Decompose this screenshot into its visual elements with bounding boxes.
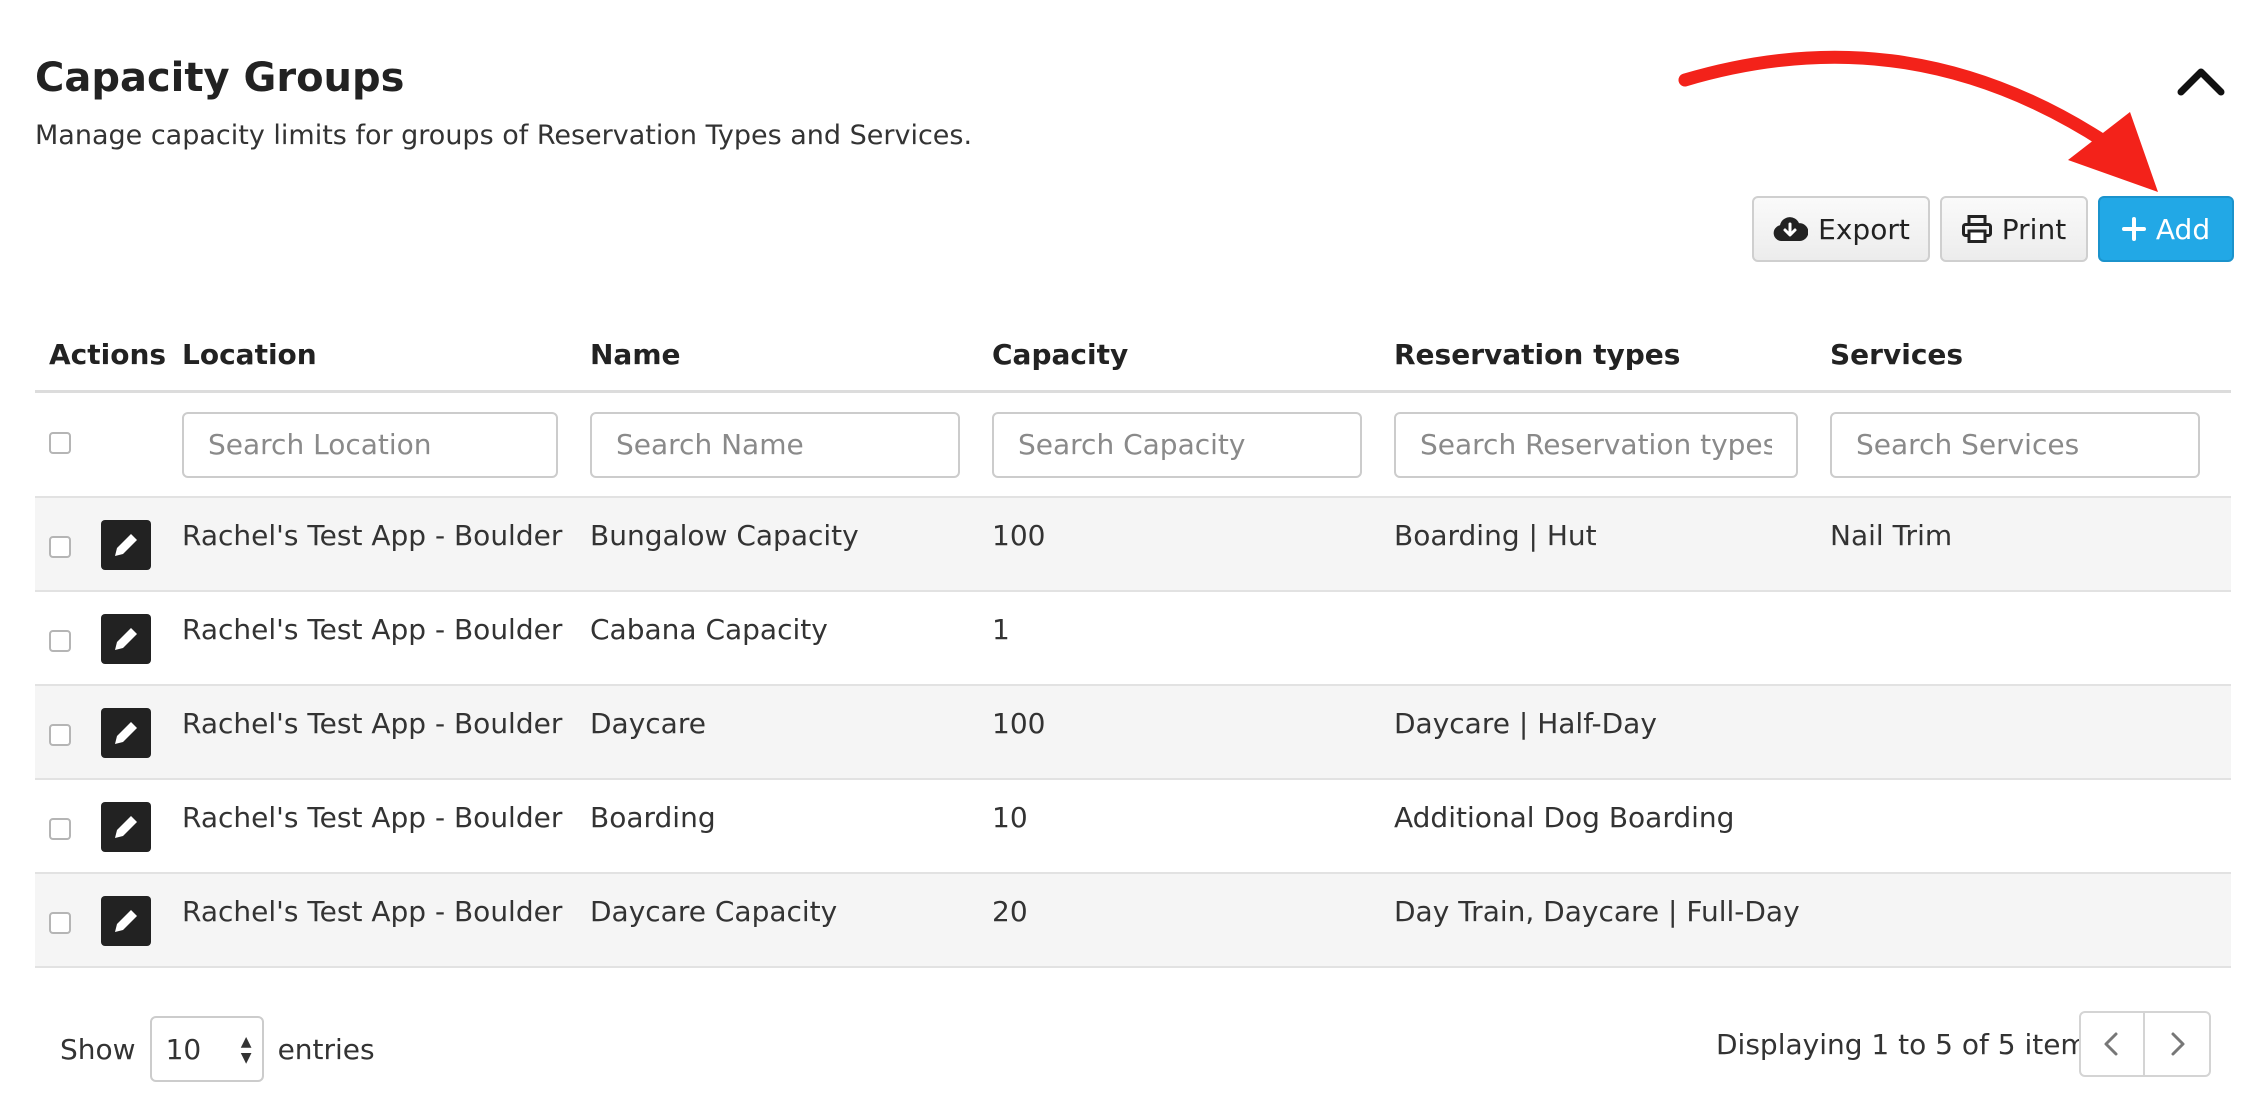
edit-button[interactable] (101, 802, 151, 852)
cell-capacity: 100 (992, 519, 1046, 552)
previous-page-button[interactable] (2079, 1011, 2145, 1077)
search-location-input[interactable] (182, 411, 558, 478)
header-location[interactable]: Location (182, 338, 590, 371)
pencil-icon (115, 816, 137, 838)
cloud-download-icon (1773, 217, 1809, 241)
plus-icon (2121, 217, 2146, 241)
cell-services (1830, 592, 2231, 684)
entries-label: entries (277, 1032, 375, 1066)
cell-name: Bungalow Capacity (590, 519, 859, 552)
pencil-icon (115, 534, 137, 556)
edit-button[interactable] (101, 708, 151, 758)
header-reservation-types[interactable]: Reservation types (1394, 338, 1830, 371)
up-down-arrows-icon: ▲ ▼ (240, 1034, 252, 1066)
collapse-button[interactable] (2175, 60, 2227, 100)
toolbar: Export Print Add (1752, 196, 2234, 262)
edit-button[interactable] (101, 520, 151, 570)
row-checkbox[interactable] (49, 630, 71, 652)
pencil-icon (115, 910, 137, 932)
capacity-groups-table: Actions Location Name Capacity Reservati… (35, 318, 2231, 968)
header-name[interactable]: Name (590, 338, 992, 371)
add-label: Add (2155, 212, 2211, 246)
pencil-icon (115, 628, 137, 650)
print-button[interactable]: Print (1940, 196, 2088, 262)
next-page-button[interactable] (2145, 1011, 2211, 1077)
cell-location: Rachel's Test App - Boulder (182, 895, 563, 928)
pencil-icon (115, 722, 137, 744)
cell-reservation-types: Day Train, Daycare | Full-Day (1394, 895, 1800, 928)
chevron-left-icon (2104, 1032, 2118, 1056)
search-services-input[interactable] (1830, 411, 2200, 478)
row-checkbox[interactable] (49, 536, 71, 558)
page-length-control: Show 10 ▲ ▼ entries (60, 1016, 375, 1082)
cell-capacity: 1 (992, 613, 1010, 646)
print-label: Print (2001, 212, 2067, 246)
table-header: Actions Location Name Capacity Reservati… (35, 318, 2231, 393)
cell-reservation-types: Boarding | Hut (1394, 519, 1597, 552)
cell-location: Rachel's Test App - Boulder (182, 707, 563, 740)
pagination-info: Displaying 1 to 5 of 5 items (1716, 1028, 2103, 1061)
search-name-input[interactable] (590, 411, 960, 478)
row-checkbox[interactable] (49, 912, 71, 934)
header-capacity[interactable]: Capacity (992, 338, 1394, 371)
header-services[interactable]: Services (1830, 338, 2231, 371)
cell-capacity: 20 (992, 895, 1028, 928)
page-header: Capacity Groups Manage capacity limits f… (35, 50, 972, 154)
filter-row (35, 393, 2231, 498)
pagination (2079, 1011, 2211, 1077)
printer-icon (1961, 215, 1992, 243)
cell-location: Rachel's Test App - Boulder (182, 801, 563, 834)
header-actions: Actions (49, 337, 167, 371)
cell-reservation-types: Additional Dog Boarding (1394, 801, 1735, 834)
table-row: Rachel's Test App - Boulder Cabana Capac… (35, 592, 2231, 686)
select-all-checkbox[interactable] (49, 431, 71, 454)
page-length-select[interactable]: 10 ▲ ▼ (149, 1016, 264, 1082)
page-length-value: 10 (165, 1032, 202, 1066)
search-capacity-input[interactable] (992, 411, 1362, 478)
chevron-up-icon (2177, 68, 2225, 96)
chevron-right-icon (2171, 1032, 2185, 1056)
table-row: Rachel's Test App - Boulder Daycare Capa… (35, 874, 2231, 968)
table-row: Rachel's Test App - Boulder Boarding 10 … (35, 780, 2231, 874)
cell-name: Daycare (590, 707, 706, 740)
page-title: Capacity Groups (35, 55, 405, 101)
export-label: Export (1818, 212, 1910, 246)
add-button[interactable]: Add (2098, 196, 2234, 262)
table-row: Rachel's Test App - Boulder Bungalow Cap… (35, 498, 2231, 592)
row-checkbox[interactable] (49, 818, 71, 840)
cell-services (1830, 780, 2231, 872)
cell-services (1830, 874, 2231, 966)
cell-location: Rachel's Test App - Boulder (182, 613, 563, 646)
cell-capacity: 10 (992, 801, 1028, 834)
row-checkbox[interactable] (49, 724, 71, 746)
edit-button[interactable] (101, 896, 151, 946)
cell-location: Rachel's Test App - Boulder (182, 519, 563, 552)
cell-reservation-types (1394, 592, 1830, 684)
cell-services: Nail Trim (1830, 519, 1953, 552)
search-reservation-types-input[interactable] (1394, 411, 1798, 478)
cell-capacity: 100 (992, 707, 1046, 740)
export-button[interactable]: Export (1752, 196, 1930, 262)
cell-name: Boarding (590, 801, 716, 834)
cell-name: Cabana Capacity (590, 613, 828, 646)
cell-name: Daycare Capacity (590, 895, 838, 928)
cell-services (1830, 686, 2231, 778)
cell-reservation-types: Daycare | Half-Day (1394, 707, 1657, 740)
page-subtitle: Manage capacity limits for groups of Res… (35, 120, 973, 151)
table-row: Rachel's Test App - Boulder Daycare 100 … (35, 686, 2231, 780)
edit-button[interactable] (101, 614, 151, 664)
show-label: Show (60, 1032, 136, 1066)
